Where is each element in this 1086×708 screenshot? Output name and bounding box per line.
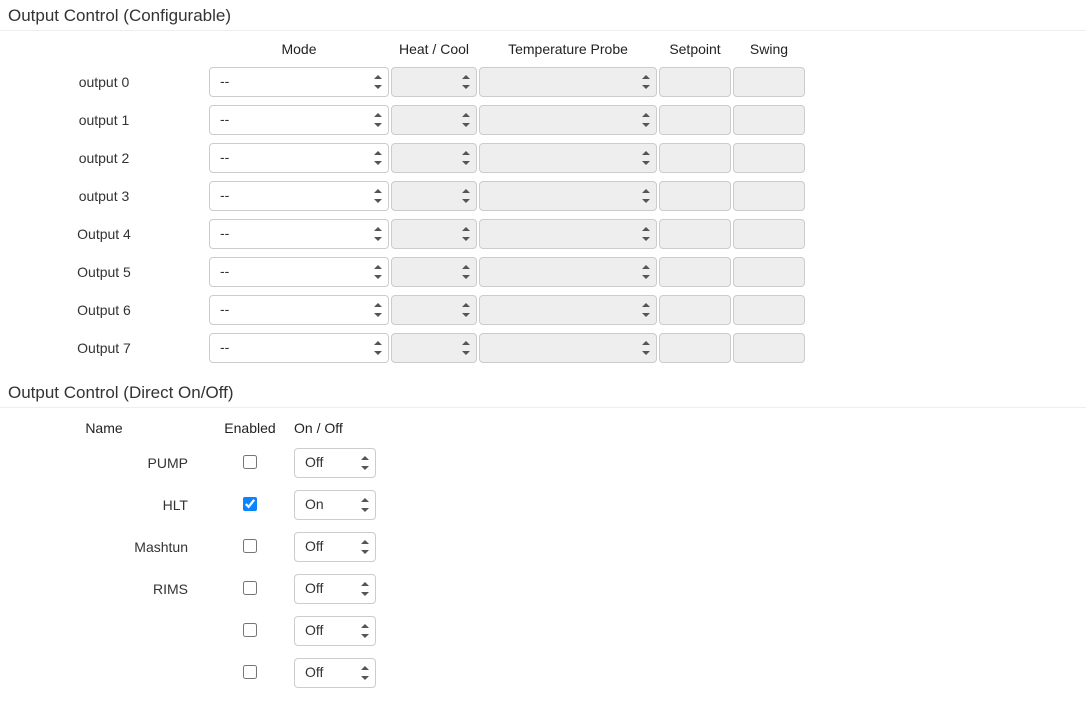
mode-select[interactable]: -- (209, 219, 389, 249)
output-row: output 2 -- (0, 139, 806, 177)
enabled-checkbox[interactable] (243, 623, 257, 637)
swing-input[interactable] (733, 67, 805, 97)
output-label: output 0 (0, 63, 208, 101)
enabled-checkbox[interactable] (243, 581, 257, 595)
output-label: output 3 (0, 177, 208, 215)
swing-input[interactable] (733, 219, 805, 249)
temp-probe-select[interactable] (479, 105, 657, 135)
heat-cool-select[interactable] (391, 257, 477, 287)
mode-select[interactable]: -- (209, 105, 389, 135)
mode-select[interactable]: -- (209, 295, 389, 325)
setpoint-input[interactable] (659, 105, 731, 135)
output-row: output 0 -- (0, 63, 806, 101)
enabled-checkbox[interactable] (243, 455, 257, 469)
heat-cool-select[interactable] (391, 333, 477, 363)
direct-name: RIMS (0, 568, 208, 610)
setpoint-input[interactable] (659, 143, 731, 173)
mode-select[interactable]: -- (209, 257, 389, 287)
direct-name (0, 652, 208, 694)
col-setpoint-header: Setpoint (658, 37, 732, 63)
swing-input[interactable] (733, 257, 805, 287)
onoff-select[interactable]: Off (294, 448, 376, 478)
output-label: Output 4 (0, 215, 208, 253)
temp-probe-select[interactable] (479, 181, 657, 211)
temp-probe-select[interactable] (479, 67, 657, 97)
enabled-checkbox[interactable] (243, 497, 257, 511)
direct-row: HLT On (0, 484, 392, 526)
onoff-select[interactable]: Off (294, 616, 376, 646)
temp-probe-select[interactable] (479, 143, 657, 173)
output-label: output 2 (0, 139, 208, 177)
temp-probe-select[interactable] (479, 333, 657, 363)
mode-select[interactable]: -- (209, 143, 389, 173)
setpoint-input[interactable] (659, 181, 731, 211)
direct-name: PUMP (0, 442, 208, 484)
output-row: Output 6 -- (0, 291, 806, 329)
setpoint-input[interactable] (659, 295, 731, 325)
direct-row: Mashtun Off (0, 526, 392, 568)
swing-input[interactable] (733, 143, 805, 173)
direct-row: Off (0, 652, 392, 694)
heat-cool-select[interactable] (391, 105, 477, 135)
onoff-select[interactable]: On (294, 490, 376, 520)
output-row: Output 4 -- (0, 215, 806, 253)
heat-cool-select[interactable] (391, 181, 477, 211)
output-row: output 1 -- (0, 101, 806, 139)
mode-select[interactable]: -- (209, 333, 389, 363)
onoff-select[interactable]: Off (294, 658, 376, 688)
temp-probe-select[interactable] (479, 219, 657, 249)
output-row: output 3 -- (0, 177, 806, 215)
col-probe-header: Temperature Probe (478, 37, 658, 63)
enabled-checkbox[interactable] (243, 539, 257, 553)
col-swing-header: Swing (732, 37, 806, 63)
swing-input[interactable] (733, 181, 805, 211)
setpoint-input[interactable] (659, 257, 731, 287)
temp-probe-select[interactable] (479, 295, 657, 325)
direct-row: RIMS Off (0, 568, 392, 610)
col-mode-header: Mode (208, 37, 390, 63)
col-name-header: Name (0, 414, 208, 442)
direct-name: HLT (0, 484, 208, 526)
mode-select[interactable]: -- (209, 181, 389, 211)
setpoint-input[interactable] (659, 333, 731, 363)
col-heatcool-header: Heat / Cool (390, 37, 478, 63)
swing-input[interactable] (733, 295, 805, 325)
heat-cool-select[interactable] (391, 143, 477, 173)
output-label: Output 6 (0, 291, 208, 329)
enabled-checkbox[interactable] (243, 665, 257, 679)
output-row: Output 5 -- (0, 253, 806, 291)
direct-name (0, 610, 208, 652)
output-label: Output 7 (0, 329, 208, 367)
direct-row: PUMP Off (0, 442, 392, 484)
swing-input[interactable] (733, 333, 805, 363)
configurable-table: Mode Heat / Cool Temperature Probe Setpo… (0, 37, 806, 367)
setpoint-input[interactable] (659, 67, 731, 97)
heat-cool-select[interactable] (391, 219, 477, 249)
onoff-select[interactable]: Off (294, 574, 376, 604)
output-row: Output 7 -- (0, 329, 806, 367)
direct-section-heading: Output Control (Direct On/Off) (0, 377, 1086, 408)
setpoint-input[interactable] (659, 219, 731, 249)
output-label: output 1 (0, 101, 208, 139)
mode-select[interactable]: -- (209, 67, 389, 97)
onoff-select[interactable]: Off (294, 532, 376, 562)
heat-cool-select[interactable] (391, 67, 477, 97)
col-enabled-header: Enabled (208, 414, 292, 442)
heat-cool-select[interactable] (391, 295, 477, 325)
swing-input[interactable] (733, 105, 805, 135)
direct-row: Off (0, 610, 392, 652)
col-onoff-header: On / Off (292, 414, 392, 442)
direct-name: Mashtun (0, 526, 208, 568)
direct-table: Name Enabled On / Off PUMP Off HLT On Ma… (0, 414, 392, 694)
temp-probe-select[interactable] (479, 257, 657, 287)
output-label: Output 5 (0, 253, 208, 291)
configurable-section-heading: Output Control (Configurable) (0, 0, 1086, 31)
